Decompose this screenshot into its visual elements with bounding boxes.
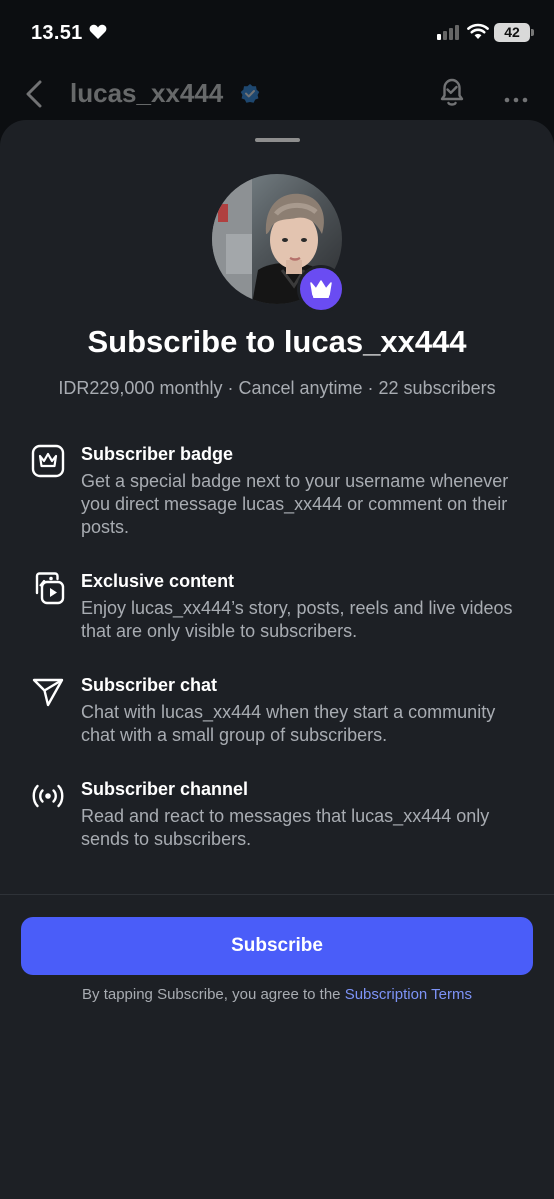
subscribe-sheet: Subscribe to lucas_xx444 IDR229,000 mont… xyxy=(0,120,554,1199)
profile-header: lucas_xx444 xyxy=(0,64,554,126)
status-time: 13.51 xyxy=(31,22,83,44)
feature-description: Enjoy lucas_xx444’s story, posts, reels … xyxy=(81,598,513,641)
notification-bell-icon[interactable] xyxy=(437,76,467,113)
more-options-icon[interactable] xyxy=(504,90,528,108)
terms-notice: By tapping Subscribe, you agree to the S… xyxy=(0,986,554,1003)
send-icon xyxy=(31,675,65,709)
wifi-icon xyxy=(466,22,490,45)
cellular-signal-icon xyxy=(437,24,461,45)
feature-title: Subscriber badge xyxy=(81,444,234,464)
divider xyxy=(0,894,554,895)
sheet-title: Subscribe to lucas_xx444 xyxy=(87,324,467,359)
media-play-icon xyxy=(31,571,65,605)
broadcast-icon xyxy=(31,779,65,813)
feature-title: Subscriber channel xyxy=(81,779,249,799)
crown-badge-icon xyxy=(31,444,65,478)
verified-badge-icon xyxy=(240,84,260,109)
battery-tip xyxy=(531,29,534,36)
screen: 13.51 42 lucas_xx444 Subscribe to lucas_… xyxy=(0,0,554,1199)
subscription-meta: IDR229,000 monthly · Cancel anytime · 22… xyxy=(58,378,496,398)
back-arrow-icon[interactable] xyxy=(24,79,44,114)
header-username: lucas_xx444 xyxy=(70,78,224,108)
feature-description: Chat with lucas_xx444 when they start a … xyxy=(81,702,496,745)
subscribe-button[interactable]: Subscribe xyxy=(21,917,533,975)
terms-text: By tapping Subscribe, you agree to the xyxy=(82,986,341,1003)
feature-description: Read and react to messages that lucas_xx… xyxy=(81,806,490,849)
subscription-terms-link[interactable]: Subscription Terms xyxy=(345,986,472,1003)
feature-title: Exclusive content xyxy=(81,571,235,591)
battery-level: 42 xyxy=(504,24,520,40)
heart-icon xyxy=(89,24,107,45)
status-bar: 13.51 42 xyxy=(0,0,554,64)
sheet-grabber[interactable] xyxy=(255,138,300,142)
feature-description: Get a special badge next to your usernam… xyxy=(81,471,509,537)
feature-title: Subscriber chat xyxy=(81,675,218,695)
crown-icon xyxy=(310,280,332,298)
battery-indicator: 42 xyxy=(494,23,530,42)
subscriber-crown-badge xyxy=(297,265,345,313)
